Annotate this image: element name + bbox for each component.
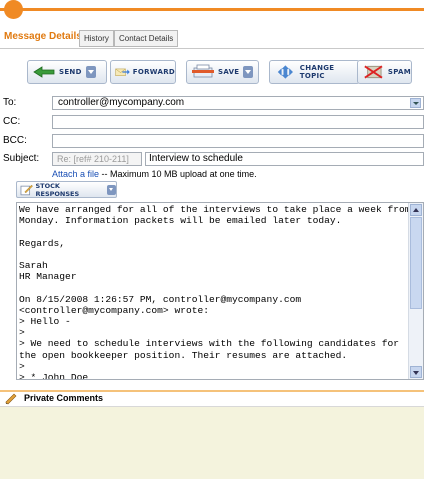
to-select[interactable]: controller@mycompany.com (52, 96, 424, 110)
message-body-text: We have arranged for all of the intervie… (19, 204, 411, 380)
bcc-field[interactable] (52, 134, 424, 148)
private-comments-title: Private Comments (24, 393, 104, 403)
send-dropdown-icon[interactable] (85, 66, 96, 78)
save-label: SAVE (218, 68, 240, 76)
forward-button[interactable]: FORWARD (110, 60, 176, 84)
subject-field[interactable]: Interview to schedule (145, 152, 424, 166)
stock-responses-dropdown-icon[interactable] (107, 184, 116, 195)
spam-button[interactable]: SPAM (357, 60, 412, 84)
spam-label: SPAM (387, 68, 411, 76)
tab-history[interactable]: History (79, 30, 114, 47)
tab-message-details[interactable]: Message Details (4, 31, 82, 42)
change-topic-button[interactable]: CHANGE TOPIC (269, 60, 360, 84)
attach-note: -- Maximum 10 MB upload at one time. (99, 169, 257, 179)
pencil-note-icon (5, 393, 17, 405)
save-icon (192, 64, 214, 78)
cc-field[interactable] (52, 115, 424, 129)
save-dropdown-icon[interactable] (243, 66, 254, 78)
spam-icon (364, 65, 383, 79)
scroll-up-icon[interactable] (410, 204, 422, 216)
message-body-textarea[interactable]: We have arranged for all of the intervie… (16, 202, 424, 380)
change-topic-icon (277, 65, 293, 79)
scroll-thumb[interactable] (410, 217, 422, 309)
send-label: SEND (59, 68, 82, 76)
cc-label: CC: (3, 116, 21, 127)
stock-responses-button[interactable]: STOCK RESPONSES (16, 181, 117, 198)
stock-responses-label: STOCK RESPONSES (35, 181, 80, 198)
send-button[interactable]: SEND (27, 60, 107, 84)
attach-file-link[interactable]: Attach a file (52, 169, 99, 179)
attach-row: Attach a file -- Maximum 10 MB upload at… (52, 169, 257, 179)
scroll-down-icon[interactable] (410, 366, 422, 378)
tab-bar: Message Details History Contact Details (0, 28, 424, 49)
bcc-label: BCC: (3, 135, 27, 146)
to-label: To: (3, 97, 17, 108)
to-dropdown-icon[interactable] (410, 98, 421, 108)
forward-label: FORWARD (132, 68, 175, 76)
tab-contact-details[interactable]: Contact Details (114, 30, 179, 47)
private-comments-textarea[interactable] (0, 407, 424, 479)
orange-circle-icon (4, 0, 23, 19)
to-value: controller@mycompany.com (58, 97, 185, 108)
pencil-icon (20, 184, 33, 195)
send-icon (33, 66, 55, 78)
forward-icon (115, 68, 130, 76)
subject-ref-field: Re: [ref# 210-211] (52, 152, 142, 166)
save-button[interactable]: SAVE (186, 60, 259, 84)
private-comments-header: Private Comments (0, 392, 424, 407)
action-toolbar: SEND FORWARD SAVE CHANGE TOPIC SPAM (0, 58, 424, 86)
top-accent-bar (0, 8, 424, 11)
change-topic-label: CHANGE TOPIC (299, 64, 335, 80)
vertical-scrollbar[interactable] (408, 203, 423, 379)
subject-label: Subject: (3, 153, 40, 164)
